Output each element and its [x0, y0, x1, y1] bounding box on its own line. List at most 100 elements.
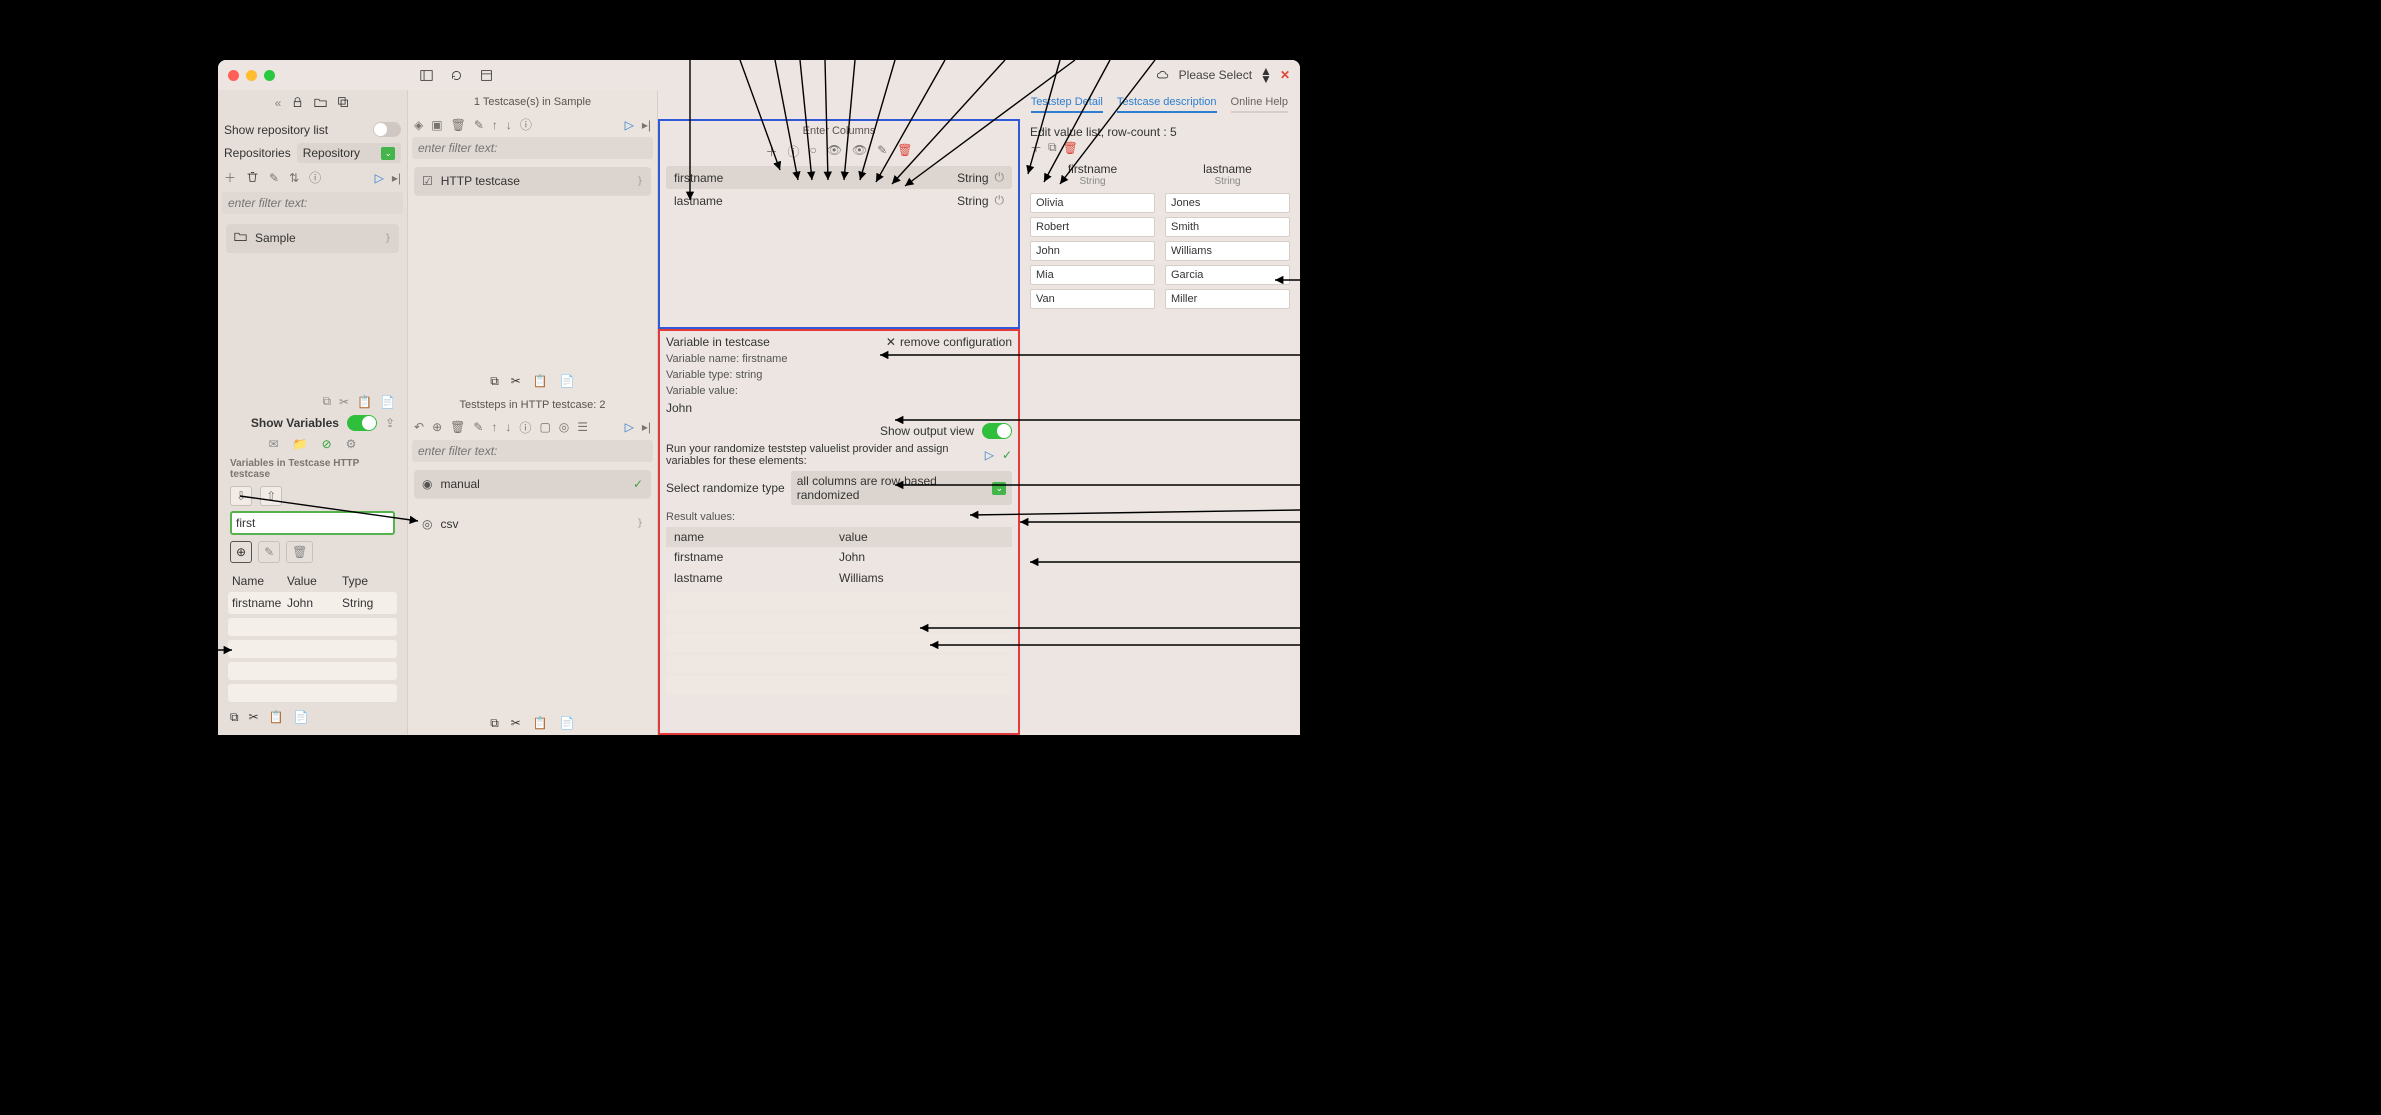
repository-dropdown[interactable]: Repository ⌄ — [297, 143, 401, 163]
variables-filter-input[interactable] — [230, 511, 395, 535]
power-icon[interactable]: ⏻ — [995, 193, 1005, 208]
run-play-icon[interactable]: ▷ — [985, 448, 994, 462]
copy-icon[interactable]: ⧉ — [490, 374, 499, 389]
paste-icon[interactable]: 📄 — [560, 716, 575, 731]
export-icon[interactable]: ⇪ — [385, 416, 395, 430]
edit-icon[interactable]: ✎ — [473, 420, 483, 434]
edit-icon[interactable]: ✎ — [474, 118, 484, 132]
target-icon[interactable]: ◎ — [559, 420, 569, 434]
step-icon[interactable]: ▸| — [392, 171, 401, 185]
value-cell[interactable] — [1030, 193, 1155, 213]
delete-icon[interactable] — [246, 170, 259, 186]
show-variables-toggle[interactable] — [347, 415, 377, 431]
table-row[interactable]: firstname John String — [228, 592, 397, 614]
value-cell[interactable] — [1030, 265, 1155, 285]
panel-icon[interactable] — [478, 67, 494, 83]
eye-struck-icon[interactable]: 👁 — [852, 143, 867, 160]
add-variable-button[interactable]: ⊕ — [230, 541, 252, 563]
randomize-type-dropdown[interactable]: all columns are row-based randomized ⌄ — [791, 471, 1012, 505]
stack-icon[interactable] — [337, 96, 350, 112]
paste-icon[interactable]: 📄 — [560, 374, 575, 389]
delete-variable-button[interactable]: 🗑 — [286, 541, 313, 563]
teststep-item-csv[interactable]: ◎ csv } — [414, 510, 651, 538]
zoom-window-button[interactable] — [264, 70, 275, 81]
checkbox-checked-icon[interactable]: ☑ — [422, 174, 433, 188]
add-icon[interactable]: ＋ — [224, 169, 236, 186]
paste-icon[interactable]: 📄 — [380, 395, 395, 409]
value-cell[interactable] — [1030, 217, 1155, 237]
play-icon[interactable]: ▷ — [625, 118, 634, 132]
step-icon[interactable]: ▸| — [642, 420, 651, 434]
edit-variable-button[interactable]: ✎ — [258, 541, 280, 563]
teststep-filter-input[interactable] — [412, 440, 653, 462]
play-icon[interactable]: ▷ — [375, 171, 384, 185]
collapse-icon[interactable]: « — [275, 96, 282, 112]
clipboard-icon[interactable]: 📋 — [269, 710, 284, 725]
import-vars-button[interactable]: ⇩ — [230, 486, 252, 506]
testcase-item-http[interactable]: ☑ HTTP testcase } — [414, 167, 651, 195]
copy-icon[interactable]: ⧉ — [490, 716, 499, 731]
paste-icon[interactable]: 📄 — [294, 710, 309, 725]
remove-configuration-button[interactable]: ✕ remove configuration — [886, 335, 1012, 349]
column-row-firstname[interactable]: firstname String⏻ — [666, 166, 1012, 189]
merge-icon[interactable]: ⇅ — [289, 171, 299, 185]
show-repo-list-toggle[interactable] — [373, 122, 401, 137]
copy-icon[interactable]: ⧉ — [230, 710, 239, 725]
up-icon[interactable]: ↑ — [492, 118, 498, 132]
run-check-icon[interactable]: ✓ — [1002, 448, 1012, 462]
sidebar-filter-input[interactable] — [222, 192, 403, 214]
folder-small-icon[interactable]: 📁 — [293, 437, 308, 451]
delete-icon[interactable]: 🗑 — [450, 420, 465, 434]
circle-icon[interactable]: ○ — [810, 143, 817, 160]
down-icon[interactable]: ↓ — [506, 118, 512, 132]
up-icon[interactable]: ↑ — [491, 420, 497, 434]
check-green-icon[interactable]: ⊘ — [322, 437, 332, 451]
cut-icon[interactable]: ✂ — [249, 710, 259, 725]
tab-online-help[interactable]: Online Help — [1231, 96, 1288, 113]
column-row-lastname[interactable]: lastname String⏻ — [666, 189, 1012, 212]
eye-icon[interactable]: 👁 — [827, 143, 842, 160]
list-icon[interactable]: ☰ — [577, 420, 588, 434]
table-row[interactable]: lastname Williams — [666, 568, 1012, 589]
tab-teststep-detail[interactable]: Teststep Detail — [1031, 96, 1103, 113]
cut-icon[interactable]: ✂ — [511, 374, 521, 389]
minimize-window-button[interactable] — [246, 70, 257, 81]
cut-icon[interactable]: ✂ — [339, 395, 349, 409]
export-vars-button[interactable]: ⇧ — [260, 486, 282, 506]
cloud-icon[interactable] — [1155, 67, 1171, 83]
step-icon[interactable]: ▸| — [642, 118, 651, 132]
folder-open-icon[interactable] — [314, 96, 327, 112]
play-icon[interactable]: ▷ — [625, 420, 634, 434]
back-icon[interactable]: ↶ — [414, 420, 424, 434]
clipboard-icon[interactable]: 📋 — [533, 716, 548, 731]
settings-icon[interactable]: ⚙ — [346, 437, 357, 451]
value-cell[interactable] — [1165, 217, 1290, 237]
shield-icon[interactable]: ◈ — [414, 118, 423, 132]
info-icon[interactable]: ⓘ — [519, 419, 531, 436]
teststep-item-manual[interactable]: ◉ manual ✓ — [414, 470, 651, 498]
value-cell[interactable] — [1165, 193, 1290, 213]
refresh-icon[interactable] — [448, 67, 464, 83]
clipboard-icon[interactable]: 📋 — [357, 395, 372, 409]
lock-icon[interactable] — [291, 96, 304, 112]
table-row[interactable]: firstname John — [666, 547, 1012, 568]
sidebar-item-sample[interactable]: Sample } — [226, 224, 399, 252]
testcase-filter-input[interactable] — [412, 137, 653, 159]
updown-icon[interactable]: ▲▼ — [1260, 67, 1272, 83]
value-cell[interactable] — [1030, 289, 1155, 309]
value-cell[interactable] — [1030, 241, 1155, 261]
power-icon[interactable]: ⏻ — [995, 170, 1005, 185]
info-icon[interactable]: ⓘ — [787, 143, 799, 160]
delete-icon[interactable]: 🗑 — [451, 118, 466, 132]
globe-icon[interactable]: ⊕ — [432, 420, 442, 434]
add-icon[interactable]: ＋ — [765, 143, 777, 160]
sidebar-toggle-icon[interactable] — [418, 67, 434, 83]
delete-row-icon[interactable]: 🗑 — [1063, 141, 1078, 155]
trash-icon[interactable]: 🗑 — [897, 143, 912, 160]
down-icon[interactable]: ↓ — [505, 420, 511, 434]
clipboard-icon[interactable]: 📋 — [533, 374, 548, 389]
new-page-icon[interactable]: ▣ — [431, 118, 442, 132]
value-cell[interactable] — [1165, 289, 1290, 309]
copy-row-icon[interactable]: ⧉ — [1048, 140, 1057, 155]
close-window-button[interactable] — [228, 70, 239, 81]
